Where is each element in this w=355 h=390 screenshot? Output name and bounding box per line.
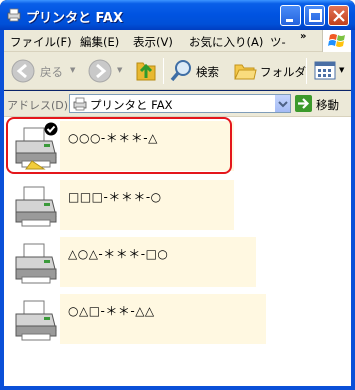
close-button[interactable] — [328, 5, 349, 26]
menu-view[interactable]: 表示(V) — [133, 34, 173, 50]
menu-tools[interactable]: ツ- — [270, 34, 286, 50]
printer-item[interactable]: ○○○-＊＊＊-△ — [4, 117, 351, 177]
address-dropdown-button[interactable] — [274, 95, 290, 112]
printer-label-box: △○△-＊＊＊-□○ — [60, 237, 256, 287]
menu-edit[interactable]: 編集(E) — [80, 34, 119, 50]
window-frame-right — [351, 30, 355, 390]
folder-icon — [234, 64, 257, 80]
maximize-button[interactable] — [304, 5, 325, 26]
title-bar[interactable]: プリンタと FAX — [0, 0, 355, 30]
printer-name: △○△-＊＊＊-□○ — [68, 247, 169, 261]
address-label: アドレス(D) — [7, 99, 69, 112]
window-frame-bottom — [0, 386, 355, 390]
toolbar-separator — [306, 58, 307, 84]
chevron-down-icon — [278, 101, 288, 108]
printer-folder-icon — [73, 97, 87, 111]
go-button[interactable] — [295, 95, 312, 112]
menu-file[interactable]: ファイル(F) — [10, 34, 72, 50]
explorer-window: プリンタと FAX ファイル(F) 編集(E) 表示(V) お気に入り(A) ツ… — [0, 0, 355, 390]
printer-icon — [15, 300, 57, 341]
printer-item[interactable]: □□□-＊＊＊-○ — [4, 176, 351, 236]
selection-highlight — [6, 117, 232, 174]
folders-label: フォルダ — [260, 65, 306, 79]
window-title: プリンタと FAX — [26, 11, 123, 26]
maximize-icon — [309, 9, 322, 22]
back-dropdown-icon[interactable]: ▼ — [70, 66, 75, 74]
printer-folder-icon — [6, 7, 22, 23]
search-icon — [170, 60, 191, 82]
printer-item[interactable]: ○△□-＊＊-△△ — [4, 290, 351, 350]
minimize-icon — [286, 19, 293, 22]
menu-favorites[interactable]: お気に入り(A) — [189, 34, 263, 50]
search-button[interactable]: 検索 — [169, 58, 227, 84]
go-arrow-icon — [298, 98, 310, 109]
back-arrow-icon — [11, 59, 35, 83]
printer-name: □□□-＊＊＊-○ — [68, 190, 162, 204]
forward-arrow-icon[interactable] — [87, 58, 113, 84]
toolbar-separator — [163, 58, 164, 84]
address-field[interactable]: プリンタと FAX — [69, 94, 291, 113]
forward-dropdown-icon[interactable]: ▼ — [117, 66, 122, 74]
menu-overflow-chevron[interactable]: » — [300, 31, 306, 42]
folders-button[interactable]: フォルダ — [233, 58, 306, 84]
search-label: 検索 — [196, 65, 219, 79]
back-label: 戻る — [40, 65, 63, 79]
printer-label-box: □□□-＊＊＊-○ — [60, 180, 234, 230]
printer-item[interactable]: △○△-＊＊＊-□○ — [4, 233, 351, 293]
printer-list: ○○○-＊＊＊-△ □□□-＊＊＊-○ △○△-＊＊＊-□○ ○△□-＊＊-△△ — [4, 117, 351, 386]
back-button[interactable]: 戻る — [10, 58, 70, 84]
close-icon — [333, 10, 345, 22]
standard-toolbar: 戻る ▼ ▼ 検索 フォルダ ▼ — [4, 52, 351, 90]
menu-bar: ファイル(F) 編集(E) 表示(V) お気に入り(A) ツ- » — [4, 30, 351, 52]
printer-icon — [15, 186, 57, 227]
up-folder-icon[interactable] — [134, 58, 158, 84]
minimize-button[interactable] — [280, 5, 301, 26]
printer-label-box: ○△□-＊＊-△△ — [60, 294, 266, 344]
windows-logo — [322, 30, 351, 52]
address-value: プリンタと FAX — [90, 98, 173, 112]
views-dropdown-icon[interactable]: ▼ — [339, 66, 344, 74]
address-bar: アドレス(D) プリンタと FAX 移動 — [4, 91, 351, 117]
views-icon[interactable] — [313, 58, 337, 84]
printer-icon — [15, 243, 57, 284]
go-label[interactable]: 移動 — [316, 97, 339, 113]
printer-name: ○△□-＊＊-△△ — [68, 304, 155, 318]
